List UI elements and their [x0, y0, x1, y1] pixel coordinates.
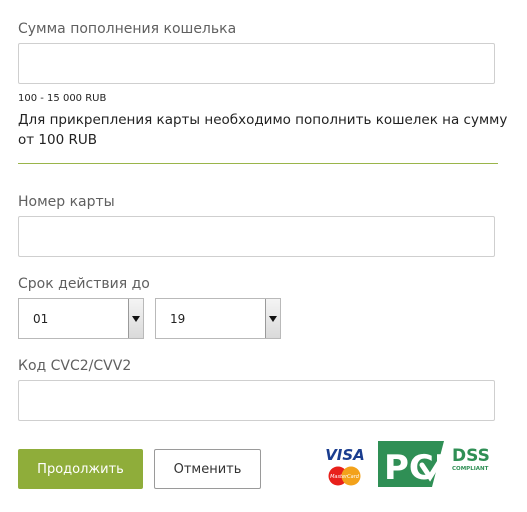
- card-attach-hint: Для прикрепления карты необходимо пополн…: [18, 112, 508, 148]
- expiry-label: Срок действия до: [18, 276, 150, 292]
- card-number-label: Номер карты: [18, 194, 115, 210]
- expiry-month-select[interactable]: 01: [18, 298, 144, 339]
- compliant-logo-text: COMPLIANT: [452, 466, 489, 472]
- dss-logo-text: DSS: [452, 446, 490, 466]
- amount-range-hint: 100 - 15 000 RUB: [18, 93, 107, 104]
- visa-mastercard-logo: VISA MasterCard: [325, 446, 365, 486]
- chevron-down-icon[interactable]: [265, 299, 280, 338]
- mastercard-logo-text: MasterCard: [330, 474, 360, 480]
- expiry-year-value: 19: [170, 312, 186, 326]
- expiry-year-select[interactable]: 19: [155, 298, 281, 339]
- pci-dss-logo: PCI DSS COMPLIANT: [378, 441, 490, 488]
- expiry-month-value: 01: [33, 312, 49, 326]
- continue-button[interactable]: Продолжить: [18, 449, 143, 489]
- chevron-down-icon[interactable]: [128, 299, 143, 338]
- card-number-input[interactable]: [18, 216, 495, 257]
- cvc-label: Код CVC2/CVV2: [18, 358, 132, 374]
- visa-logo-text: VISA: [325, 446, 365, 464]
- cancel-button[interactable]: Отменить: [154, 449, 261, 489]
- amount-label: Сумма пополнения кошелька: [18, 21, 237, 37]
- cvc-input[interactable]: [18, 380, 495, 421]
- section-divider: [18, 163, 498, 164]
- amount-input[interactable]: [18, 43, 495, 84]
